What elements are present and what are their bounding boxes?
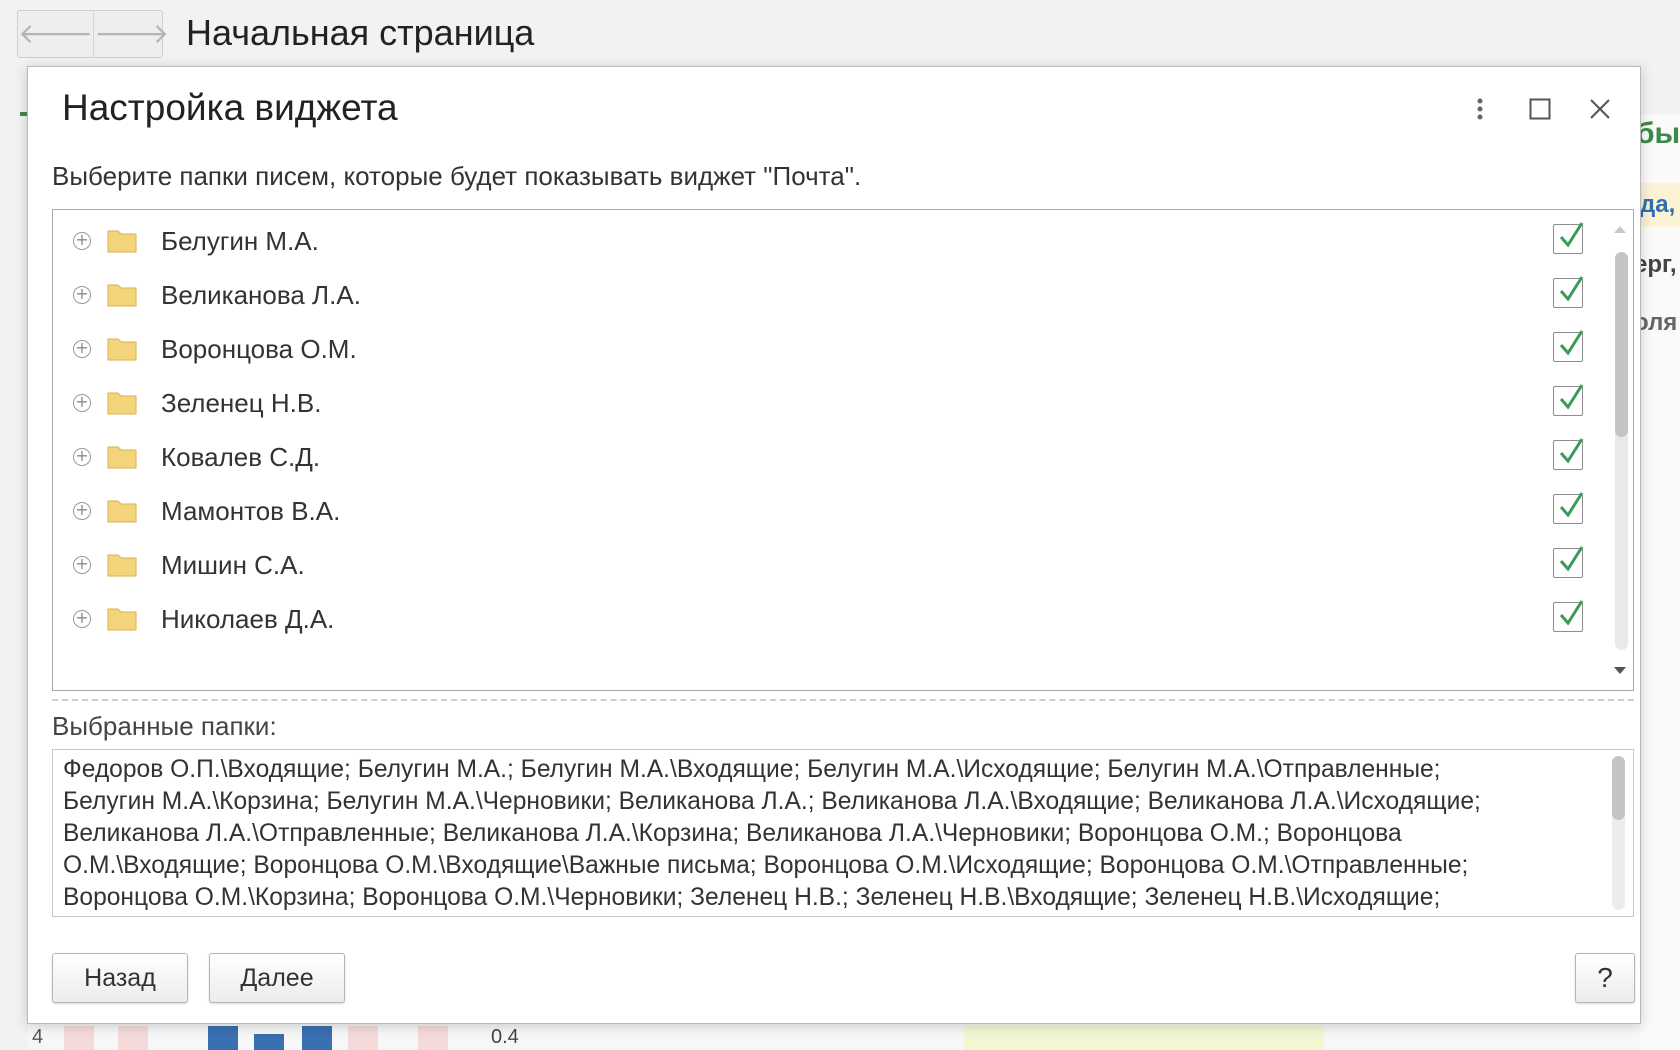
folder-label: Мишин С.А. — [161, 549, 305, 580]
expand-plus-icon[interactable]: + — [73, 502, 91, 520]
background-bar — [208, 1026, 238, 1050]
background-link-fragment: да, — [1640, 191, 1676, 218]
folder-icon — [107, 446, 137, 469]
folder-row[interactable]: + Воронцова О.М. — [53, 320, 1584, 378]
background-text-fragment: оля — [1640, 309, 1678, 336]
expand-plus-icon[interactable]: + — [73, 394, 91, 412]
tree-scrollbar[interactable] — [1607, 210, 1633, 690]
folder-checkbox[interactable] — [1553, 330, 1584, 362]
folder-row[interactable]: + Зеленец Н.В. — [53, 374, 1584, 432]
folder-checkbox[interactable] — [1553, 438, 1584, 470]
history-nav: 🡐 🡒 — [17, 10, 169, 58]
background-bar — [118, 1026, 148, 1050]
selected-folders-label: Выбранные папки: — [52, 711, 277, 741]
folder-icon — [107, 554, 137, 577]
more-vertical-icon[interactable] — [1458, 87, 1502, 131]
selected-folders-line: Федоров О.П.\Входящие; Белугин М.А.; Бел… — [63, 756, 1441, 783]
scroll-up-icon[interactable] — [1614, 226, 1626, 233]
expand-plus-icon[interactable]: + — [73, 556, 91, 574]
expand-plus-icon[interactable]: + — [73, 232, 91, 250]
folder-checkbox[interactable] — [1553, 546, 1584, 578]
folder-icon — [107, 608, 137, 631]
selected-folders-text: Федоров О.П.\Входящие; Белугин М.А.; Бел… — [63, 754, 1563, 914]
background-axis-label: 4 — [32, 1026, 44, 1048]
background-bar — [418, 1026, 448, 1050]
folder-icon — [107, 284, 137, 307]
back-arrow-icon[interactable]: 🡐 — [18, 11, 93, 57]
instruction-text: Выберите папки писем, которые будет пока… — [52, 161, 862, 191]
background-chart-strip: 4 0.4 — [28, 1024, 1640, 1050]
selected-folders-field[interactable]: Федоров О.П.\Входящие; Белугин М.А.; Бел… — [52, 749, 1634, 917]
background-bar — [64, 1026, 94, 1050]
section-divider — [52, 699, 1634, 701]
page-header: 🡐 🡒 Начальная страница — [0, 0, 1680, 62]
folder-label: Зеленец Н.В. — [161, 387, 322, 418]
folder-label: Ковалев С.Д. — [161, 441, 321, 472]
page-title: Начальная страница — [186, 12, 535, 53]
folder-checkbox[interactable] — [1553, 600, 1584, 632]
folder-label: Мамонтов В.А. — [161, 495, 341, 526]
folder-row[interactable]: + Мамонтов В.А. — [53, 482, 1584, 540]
dialog-title: Настройка виджета — [62, 87, 398, 128]
folder-label: Воронцова О.М. — [161, 333, 357, 364]
forward-arrow-icon[interactable]: 🡒 — [93, 11, 169, 57]
folder-label: Белугин М.А. — [161, 225, 319, 256]
maximize-icon[interactable] — [1518, 87, 1562, 131]
selected-folders-line: Воронцова О.М.\Корзина; Воронцова О.М.\Ч… — [63, 884, 1441, 911]
background-bar — [254, 1034, 284, 1050]
folder-row[interactable]: + Ковалев С.Д. — [53, 428, 1584, 486]
scroll-down-icon[interactable] — [1614, 667, 1626, 674]
scrollbar-thumb[interactable] — [1612, 756, 1625, 820]
background-bar — [348, 1026, 378, 1050]
folder-checkbox[interactable] — [1553, 384, 1584, 416]
background-text-fragment: ерг, — [1640, 251, 1677, 278]
background-bar — [302, 1026, 332, 1050]
back-button[interactable]: Назад — [52, 953, 188, 1003]
selected-folders-line: Великанова Л.А.\Отправленные; Великанова… — [63, 820, 1402, 847]
scrollbar-thumb[interactable] — [1615, 252, 1628, 437]
expand-plus-icon[interactable]: + — [73, 610, 91, 628]
selected-folders-line: Белугин М.А.\Корзина; Белугин М.А.\Черно… — [63, 788, 1481, 815]
folder-checkbox[interactable] — [1553, 222, 1584, 254]
expand-plus-icon[interactable]: + — [73, 340, 91, 358]
folder-icon — [107, 392, 137, 415]
folder-checkbox[interactable] — [1553, 492, 1584, 524]
folder-tree: + Белугин М.А. + Великанова Л.А. + Ворон… — [52, 209, 1634, 691]
folder-label: Николаев Д.А. — [161, 603, 335, 634]
widget-settings-dialog: Настройка виджета Выберите папки писем, … — [27, 66, 1641, 1024]
expand-plus-icon[interactable]: + — [73, 286, 91, 304]
next-button[interactable]: Далее — [209, 953, 345, 1003]
background-axis-label: 0.4 — [491, 1026, 519, 1048]
scrollbar-track[interactable] — [1615, 252, 1628, 650]
folder-row[interactable]: + Мишин С.А. — [53, 536, 1584, 594]
folder-checkbox[interactable] — [1553, 276, 1584, 308]
folder-icon — [107, 338, 137, 361]
background-highlight — [964, 1026, 1324, 1050]
folder-row[interactable]: + Великанова Л.А. — [53, 266, 1584, 324]
folder-label: Великанова Л.А. — [161, 279, 361, 310]
folder-icon — [107, 500, 137, 523]
folder-row[interactable]: + Николаев Д.А. — [53, 590, 1584, 648]
background-text-fragment: быт — [1640, 117, 1680, 150]
folder-row[interactable]: + Белугин М.А. — [53, 212, 1584, 270]
help-button[interactable]: ? — [1575, 953, 1635, 1003]
selected-folders-scrollbar[interactable] — [1612, 756, 1625, 910]
close-icon[interactable] — [1578, 87, 1622, 131]
background-right-panel: быт да, ерг, оля — [1640, 115, 1680, 1050]
expand-plus-icon[interactable]: + — [73, 448, 91, 466]
folder-icon — [107, 230, 137, 253]
selected-folders-line: О.М.\Входящие; Воронцова О.М.\Входящие\В… — [63, 852, 1469, 879]
